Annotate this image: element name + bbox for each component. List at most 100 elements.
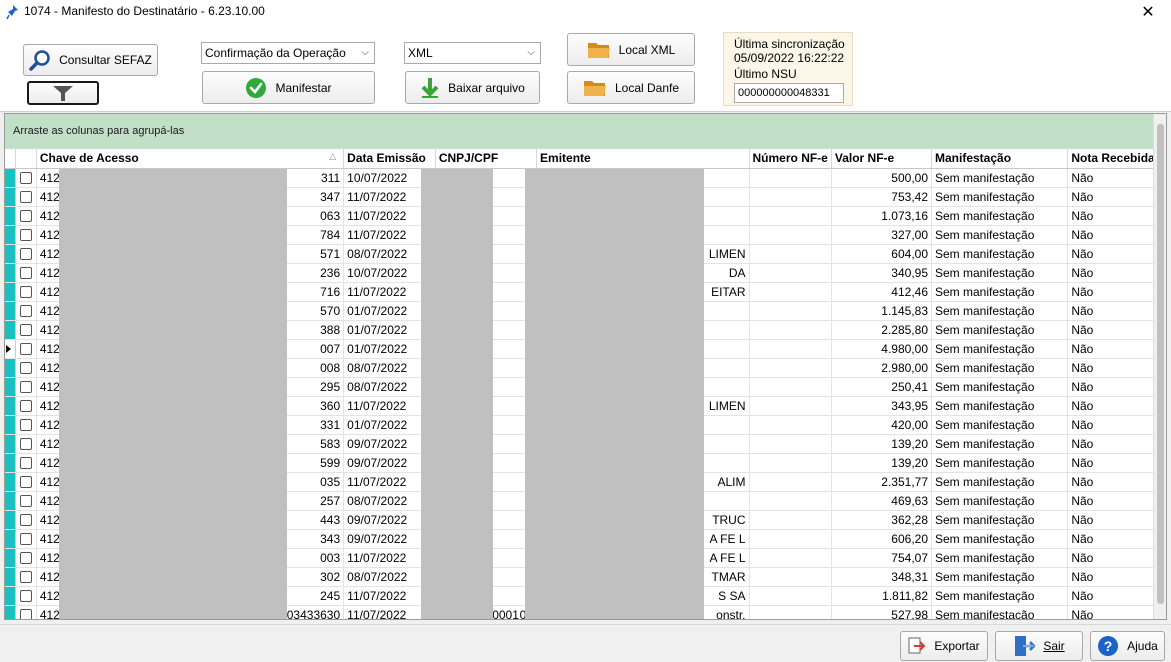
cell-valor: 343,95 xyxy=(831,396,933,416)
row-checkbox[interactable] xyxy=(20,590,33,603)
row-checkbox[interactable] xyxy=(20,172,33,185)
row-checkbox-cell[interactable] xyxy=(15,510,37,530)
vertical-scrollbar[interactable] xyxy=(1153,114,1166,619)
column-header-numero[interactable]: Número NF-e xyxy=(749,149,832,169)
row-checkbox-cell[interactable] xyxy=(15,206,37,226)
row-checkbox-cell[interactable] xyxy=(15,434,37,454)
cell-recebida: Não xyxy=(1067,168,1166,188)
row-checkbox[interactable] xyxy=(20,571,33,584)
row-checkbox[interactable] xyxy=(20,210,33,223)
format-select[interactable]: XML ⌵ xyxy=(404,42,541,64)
cell-numero xyxy=(749,567,832,587)
nsu-field[interactable]: 000000000048331 xyxy=(734,83,844,103)
row-checkbox-cell[interactable] xyxy=(15,415,37,435)
operation-select[interactable]: Confirmação da Operação ⌵ xyxy=(201,42,375,64)
cell-manifestacao: Sem manifestação xyxy=(931,168,1069,188)
row-checkbox-cell[interactable] xyxy=(15,453,37,473)
row-checkbox-cell[interactable] xyxy=(15,225,37,245)
cell-chave-end: 331 xyxy=(320,417,341,432)
row-checkbox[interactable] xyxy=(20,324,33,337)
row-checkbox-cell[interactable] xyxy=(15,567,37,587)
column-header-data[interactable]: Data Emissão xyxy=(343,149,436,169)
row-checkbox-cell[interactable] xyxy=(15,491,37,511)
exportar-button[interactable]: Exportar xyxy=(900,631,988,661)
cell-valor: 340,95 xyxy=(831,263,933,283)
cell-numero xyxy=(749,206,832,226)
row-checkbox[interactable] xyxy=(20,229,33,242)
row-checkbox[interactable] xyxy=(20,267,33,280)
close-button[interactable]: ✕ xyxy=(1125,0,1171,24)
ajuda-button[interactable]: ? Ajuda xyxy=(1090,631,1165,661)
row-checkbox-cell[interactable] xyxy=(15,548,37,568)
cell-recebida: Não xyxy=(1067,358,1166,378)
filter-button[interactable] xyxy=(27,81,99,105)
cell-chave-end: 302 xyxy=(320,569,341,584)
row-checkbox[interactable] xyxy=(20,476,33,489)
row-checkbox[interactable] xyxy=(20,248,33,261)
cell-chave-end: 716 xyxy=(320,284,341,299)
local-danfe-button[interactable]: Local Danfe xyxy=(567,71,695,104)
local-xml-button[interactable]: Local XML xyxy=(567,33,695,66)
row-checkbox[interactable] xyxy=(20,191,33,204)
cell-chave-end: 035 xyxy=(320,474,341,489)
column-header-valor[interactable]: Valor NF-e xyxy=(831,149,933,169)
row-checkbox[interactable] xyxy=(20,419,33,432)
column-header-recebida[interactable]: Nota Recebida xyxy=(1067,149,1166,169)
row-checkbox-cell[interactable] xyxy=(15,377,37,397)
row-checkbox-cell[interactable] xyxy=(15,529,37,549)
row-checkbox[interactable] xyxy=(20,381,33,394)
row-checkbox-cell[interactable] xyxy=(15,358,37,378)
row-checkbox-cell[interactable] xyxy=(15,244,37,264)
row-checkbox-cell[interactable] xyxy=(15,605,37,619)
row-checkbox-cell[interactable] xyxy=(15,472,37,492)
row-checkbox[interactable] xyxy=(20,400,33,413)
cell-valor: 4.980,00 xyxy=(831,339,933,359)
manifestar-label: Manifestar xyxy=(275,80,332,95)
row-checkbox[interactable] xyxy=(20,343,33,356)
row-checkbox-cell[interactable] xyxy=(15,263,37,283)
column-header-chave[interactable]: Chave de Acesso △ xyxy=(36,149,345,169)
consultar-sefaz-button[interactable]: Consultar SEFAZ xyxy=(23,44,158,76)
scrollbar-thumb[interactable] xyxy=(1157,124,1164,604)
cell-valor: 327,00 xyxy=(831,225,933,245)
row-checkbox-cell[interactable] xyxy=(15,301,37,321)
cell-numero xyxy=(749,263,832,283)
row-indicator xyxy=(5,263,17,283)
row-checkbox[interactable] xyxy=(20,514,33,527)
row-checkbox[interactable] xyxy=(20,286,33,299)
cell-recebida: Não xyxy=(1067,529,1166,549)
column-header-manifestacao[interactable]: Manifestação xyxy=(931,149,1069,169)
cell-chave-end: 570 xyxy=(320,303,341,318)
cell-valor: 2.285,80 xyxy=(831,320,933,340)
svg-text:?: ? xyxy=(1104,638,1113,654)
row-checkbox[interactable] xyxy=(20,609,33,619)
row-checkbox[interactable] xyxy=(20,305,33,318)
cell-valor: 1.811,82 xyxy=(831,586,933,606)
cell-chave-start: 412 xyxy=(39,189,60,204)
row-checkbox-cell[interactable] xyxy=(15,339,37,359)
row-checkbox-cell[interactable] xyxy=(15,168,37,188)
row-checkbox[interactable] xyxy=(20,533,33,546)
row-checkbox-cell[interactable] xyxy=(15,586,37,606)
row-checkbox-cell[interactable] xyxy=(15,396,37,416)
redaction-cnpj xyxy=(421,169,493,619)
group-by-panel[interactable]: Arraste as colunas para agrupá-las xyxy=(5,114,1154,149)
row-indicator xyxy=(5,415,17,435)
cell-numero xyxy=(749,453,832,473)
baixar-arquivo-button[interactable]: Baixar arquivo xyxy=(405,71,540,104)
column-header-emitente[interactable]: Emitente xyxy=(536,149,750,169)
row-checkbox[interactable] xyxy=(20,438,33,451)
row-checkbox[interactable] xyxy=(20,495,33,508)
row-checkbox-cell[interactable] xyxy=(15,320,37,340)
row-checkbox-cell[interactable] xyxy=(15,187,37,207)
row-checkbox-cell[interactable] xyxy=(15,282,37,302)
nsu-label: Último NSU xyxy=(734,67,797,81)
sair-button[interactable]: Sair xyxy=(995,631,1083,661)
row-checkbox[interactable] xyxy=(20,457,33,470)
column-header-cnpj[interactable]: CNPJ/CPF xyxy=(435,149,538,169)
cell-manifestacao: Sem manifestação xyxy=(931,301,1069,321)
row-checkbox[interactable] xyxy=(20,552,33,565)
window-title: 1074 - Manifesto do Destinatário - 6.23.… xyxy=(24,4,265,18)
manifestar-button[interactable]: Manifestar xyxy=(202,71,375,104)
row-checkbox[interactable] xyxy=(20,362,33,375)
